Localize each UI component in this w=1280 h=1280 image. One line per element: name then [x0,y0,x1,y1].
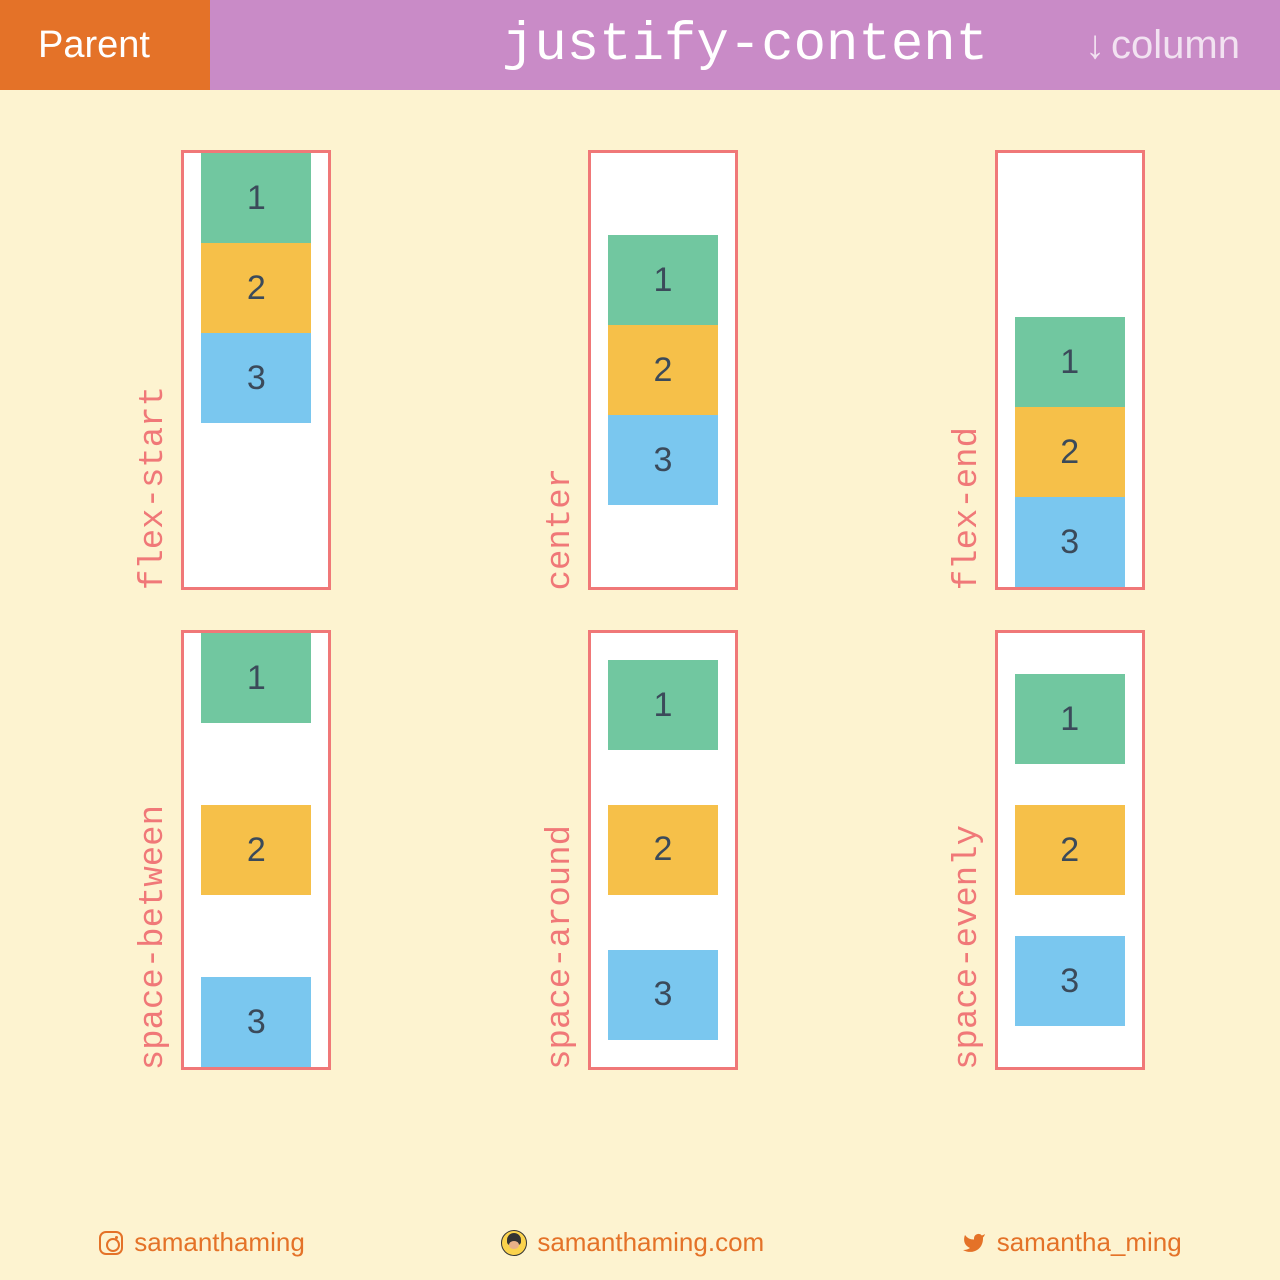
flex-item: 2 [608,805,718,895]
flex-container: 123 [995,150,1145,590]
flex-item: 3 [608,950,718,1040]
header-title-bar: justify-content ↓column [210,0,1280,90]
flex-item: 3 [201,333,311,423]
flex-item: 1 [1015,317,1125,407]
footer-instagram: samanthaming [98,1227,305,1258]
demo-label: space-evenly [949,819,987,1070]
flex-container: 1 2 3 [995,630,1145,1070]
flex-direction-indicator: ↓column [1085,23,1240,68]
demo-label: center [542,462,580,590]
flex-item: 2 [1015,805,1125,895]
flex-direction-label: column [1111,23,1240,67]
flex-item: 1 [608,235,718,325]
examples-grid: flex-start123center123flex-end123space-b… [0,90,1280,1070]
demo-label: flex-end [949,421,987,590]
header: Parent justify-content ↓column [0,0,1280,90]
avatar-icon [501,1230,527,1256]
twitter-handle: samantha_ming [997,1227,1182,1258]
demo-label: space-between [135,799,173,1070]
flex-item: 3 [1015,497,1125,587]
flex-item: 3 [201,977,311,1067]
demo-space-between: space-between 1 2 3 [30,630,437,1070]
flex-item: 3 [1015,936,1125,1026]
website-url: samanthaming.com [537,1227,764,1258]
demo-label: flex-start [135,380,173,590]
flex-container: 1 2 3 [181,630,331,1070]
twitter-icon [961,1230,987,1256]
arrow-down-icon: ↓ [1085,23,1105,68]
footer: samanthaming samanthaming.com samantha_m… [0,1227,1280,1258]
footer-website: samanthaming.com [501,1227,764,1258]
header-parent-badge: Parent [0,0,210,90]
flex-item: 1 [1015,674,1125,764]
demo-label: space-around [542,819,580,1070]
flex-container: 123 [588,150,738,590]
page-title: justify-content [502,15,988,76]
flex-item: 3 [608,415,718,505]
flex-item: 2 [201,805,311,895]
flex-item: 2 [1015,407,1125,497]
flex-item: 1 [201,153,311,243]
demo-flex-end: flex-end123 [843,150,1250,590]
demo-space-around: space-around 1 2 3 [437,630,844,1070]
demo-flex-start: flex-start123 [30,150,437,590]
flex-item: 2 [608,325,718,415]
instagram-handle: samanthaming [134,1227,305,1258]
flex-container: 123 [181,150,331,590]
flex-container: 1 2 3 [588,630,738,1070]
flex-item: 1 [608,660,718,750]
instagram-icon [98,1230,124,1256]
demo-space-evenly: space-evenly 1 2 3 [843,630,1250,1070]
flex-item: 1 [201,633,311,723]
flex-item: 2 [201,243,311,333]
footer-twitter: samantha_ming [961,1227,1182,1258]
demo-center: center123 [437,150,844,590]
